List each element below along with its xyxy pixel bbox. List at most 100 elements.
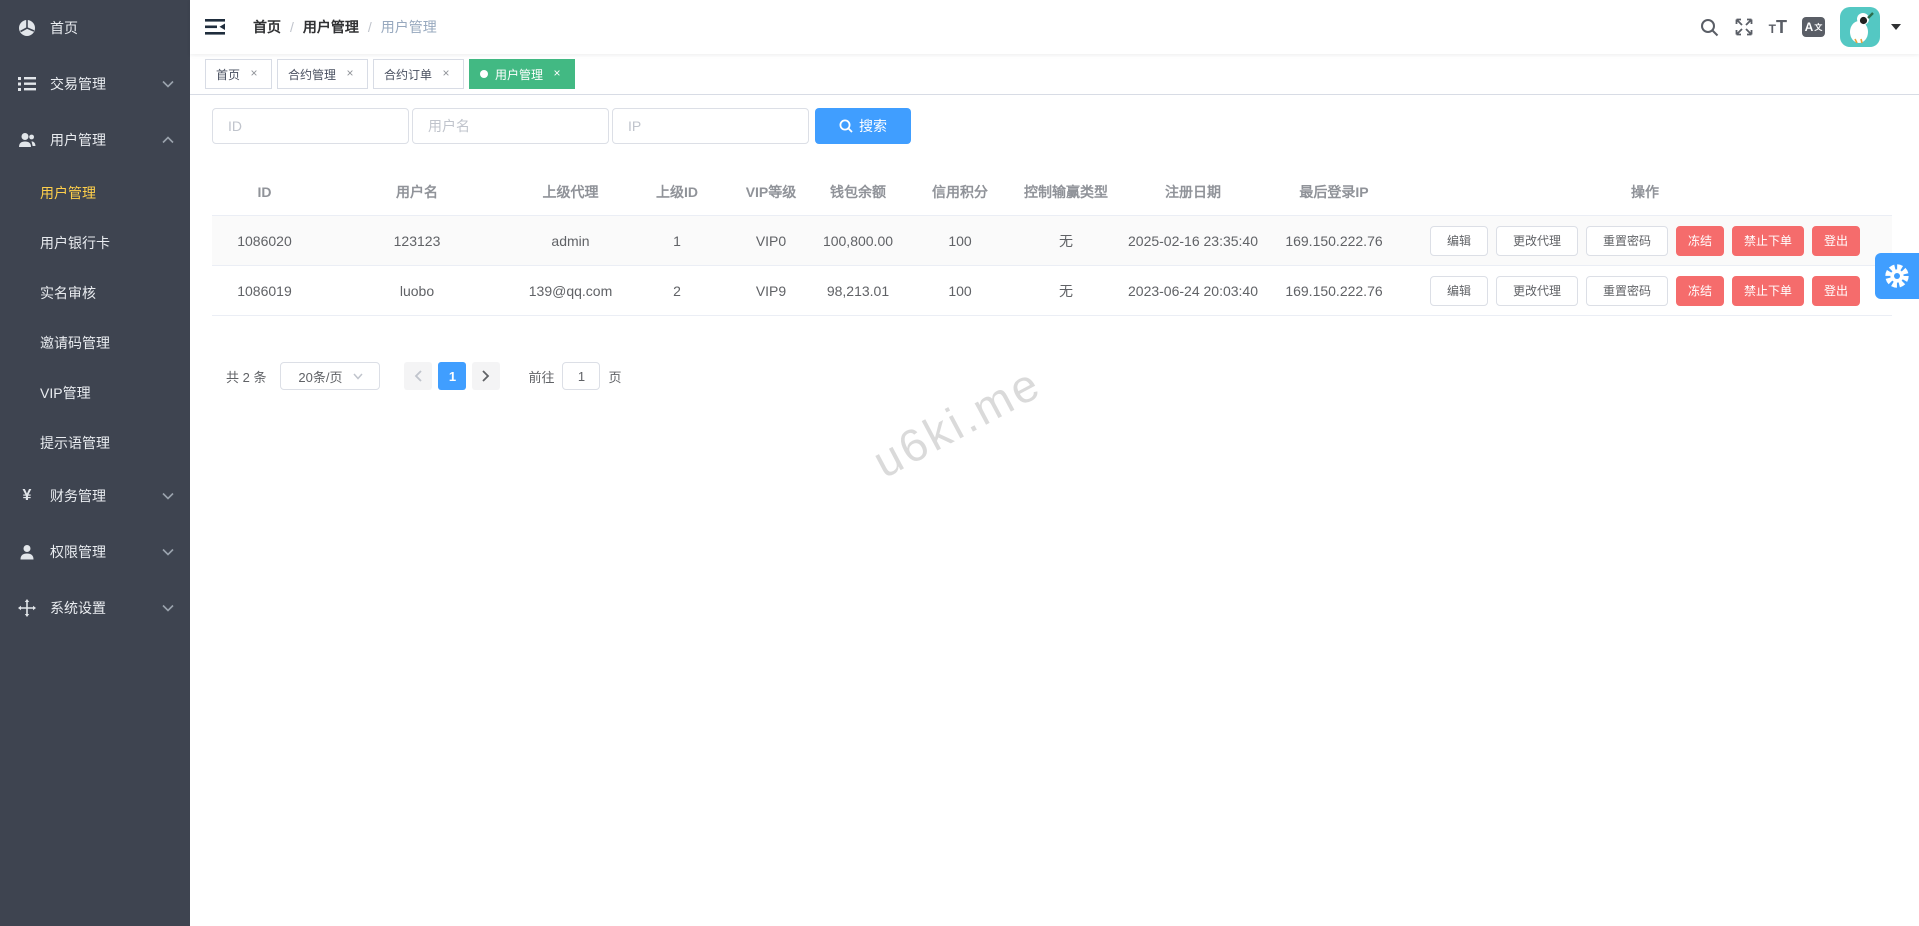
table-header-cell: 用户名 — [317, 168, 517, 216]
table-header-cell: 上级ID — [624, 168, 730, 216]
search-icon[interactable] — [1700, 18, 1719, 37]
ip-input[interactable] — [612, 108, 809, 144]
settings-gear-button[interactable] — [1875, 253, 1919, 299]
tab-contract-order[interactable]: 合约订单 × — [373, 59, 464, 89]
chevron-up-icon — [162, 136, 174, 144]
list-icon — [18, 76, 36, 92]
table-header-cell: ID — [212, 168, 317, 216]
pagination: 共 2 条 20条/页 1 前往 页 — [212, 362, 1897, 390]
page-content: 搜索 ID 用户名 上级代理 上级ID VIP等级 钱包余额 — [190, 95, 1919, 926]
close-icon[interactable]: × — [550, 67, 564, 81]
table-header-cell: 钱包余额 — [812, 168, 904, 216]
cell-balance: 98,213.01 — [812, 266, 904, 316]
change-agent-button[interactable]: 更改代理 — [1496, 276, 1578, 306]
cell-id: 1086020 — [212, 216, 317, 266]
sidebar-item-label: 财务管理 — [50, 486, 106, 506]
main-area: 首页 / 用户管理 / 用户管理 TT A文 — [190, 0, 1919, 926]
yen-icon: ¥ — [18, 487, 36, 505]
tab-user-manage[interactable]: 用户管理 × — [469, 59, 575, 89]
freeze-button[interactable]: 冻结 — [1676, 226, 1724, 256]
sidebar-item-label: 交易管理 — [50, 74, 106, 94]
prev-page-button[interactable] — [404, 362, 432, 390]
cell-parent-id: 1 — [624, 216, 730, 266]
avatar[interactable] — [1840, 7, 1880, 47]
gear-icon — [1884, 263, 1910, 289]
sidebar-item-user-bankcard[interactable]: 用户银行卡 — [0, 218, 190, 268]
chevron-down-icon — [162, 548, 174, 556]
breadcrumb-item[interactable]: 首页 — [253, 17, 281, 37]
sidebar-item-vip-manage[interactable]: VIP管理 — [0, 368, 190, 418]
edit-button[interactable]: 编辑 — [1430, 276, 1488, 306]
sidebar-item-label: 系统设置 — [50, 598, 106, 618]
ban-order-button[interactable]: 禁止下单 — [1732, 276, 1804, 306]
sidebar-item-user-manage[interactable]: 用户管理 — [0, 168, 190, 218]
next-page-button[interactable] — [472, 362, 500, 390]
sidebar-item-invite-code[interactable]: 邀请码管理 — [0, 318, 190, 368]
breadcrumb: 首页 / 用户管理 / 用户管理 — [253, 17, 437, 37]
table-header-cell: 注册日期 — [1116, 168, 1270, 216]
close-icon[interactable]: × — [439, 67, 453, 81]
active-dot — [480, 70, 488, 78]
sidebar-item-system[interactable]: 系统设置 — [0, 580, 190, 636]
tab-label: 首页 — [216, 66, 240, 83]
reset-password-button[interactable]: 重置密码 — [1586, 226, 1668, 256]
sidebar-item-label: 用户管理 — [50, 130, 106, 150]
sidebar-item-label: 实名审核 — [40, 283, 96, 303]
cell-vip: VIP9 — [730, 266, 812, 316]
sidebar-item-realname-audit[interactable]: 实名审核 — [0, 268, 190, 318]
chevron-down-icon — [162, 604, 174, 612]
cell-win-type: 无 — [1016, 266, 1116, 316]
sidebar-item-finance[interactable]: ¥ 财务管理 — [0, 468, 190, 524]
breadcrumb-separator: / — [368, 19, 372, 35]
page-size-select[interactable]: 20条/页 — [280, 362, 380, 390]
tab-contract-manage[interactable]: 合约管理 × — [277, 59, 368, 89]
ban-order-button[interactable]: 禁止下单 — [1732, 226, 1804, 256]
sidebar-item-user[interactable]: 用户管理 — [0, 112, 190, 168]
chevron-down-icon[interactable] — [1891, 24, 1901, 30]
sidebar-item-label: 提示语管理 — [40, 433, 110, 453]
hamburger-icon[interactable] — [205, 18, 233, 36]
table-header-cell: 控制输赢类型 — [1016, 168, 1116, 216]
font-size-icon[interactable]: TT — [1769, 18, 1787, 37]
sidebar: 首页 交易管理 用户管理 用户管理 用户银行卡 实名审核 邀请码管理 — [0, 0, 190, 926]
search-form: 搜索 — [212, 108, 1897, 144]
sidebar-item-tips-manage[interactable]: 提示语管理 — [0, 418, 190, 468]
reset-password-button[interactable]: 重置密码 — [1586, 276, 1668, 306]
sidebar-item-label: 用户管理 — [40, 183, 96, 203]
change-agent-button[interactable]: 更改代理 — [1496, 226, 1578, 256]
cell-agent: admin — [517, 216, 624, 266]
navbar: 首页 / 用户管理 / 用户管理 TT A文 — [190, 0, 1919, 54]
close-icon[interactable]: × — [343, 67, 357, 81]
logout-button[interactable]: 登出 — [1812, 276, 1860, 306]
goto-page-input[interactable] — [562, 362, 600, 390]
sidebar-item-home[interactable]: 首页 — [0, 0, 190, 56]
breadcrumb-current: 用户管理 — [381, 17, 437, 37]
sidebar-submenu-user: 用户管理 用户银行卡 实名审核 邀请码管理 VIP管理 提示语管理 — [0, 168, 190, 468]
sidebar-item-label: 邀请码管理 — [40, 333, 110, 353]
translate-icon[interactable]: A文 — [1802, 17, 1825, 37]
username-input[interactable] — [412, 108, 609, 144]
app-root: 首页 交易管理 用户管理 用户管理 用户银行卡 实名审核 邀请码管理 — [0, 0, 1919, 926]
freeze-button[interactable]: 冻结 — [1676, 276, 1724, 306]
sidebar-item-trade[interactable]: 交易管理 — [0, 56, 190, 112]
edit-button[interactable]: 编辑 — [1430, 226, 1488, 256]
table-header-cell: 操作 — [1398, 168, 1892, 216]
cell-balance: 100,800.00 — [812, 216, 904, 266]
chevron-down-icon — [162, 80, 174, 88]
cell-credit: 100 — [904, 266, 1016, 316]
row-actions: 编辑 更改代理 重置密码 冻结 禁止下单 登出 — [1398, 276, 1892, 306]
cell-last-ip: 169.150.222.76 — [1270, 216, 1398, 266]
user-table: ID 用户名 上级代理 上级ID VIP等级 钱包余额 信用积分 控制输赢类型 … — [212, 168, 1892, 316]
search-button[interactable]: 搜索 — [815, 108, 911, 144]
fullscreen-icon[interactable] — [1734, 17, 1754, 37]
chevron-down-icon — [162, 492, 174, 500]
id-input[interactable] — [212, 108, 409, 144]
sidebar-item-permission[interactable]: 权限管理 — [0, 524, 190, 580]
close-icon[interactable]: × — [247, 67, 261, 81]
cell-vip: VIP0 — [730, 216, 812, 266]
tab-label: 合约管理 — [288, 66, 336, 83]
logout-button[interactable]: 登出 — [1812, 226, 1860, 256]
page-number-button[interactable]: 1 — [438, 362, 466, 390]
tab-home[interactable]: 首页 × — [205, 59, 272, 89]
breadcrumb-item[interactable]: 用户管理 — [303, 17, 359, 37]
